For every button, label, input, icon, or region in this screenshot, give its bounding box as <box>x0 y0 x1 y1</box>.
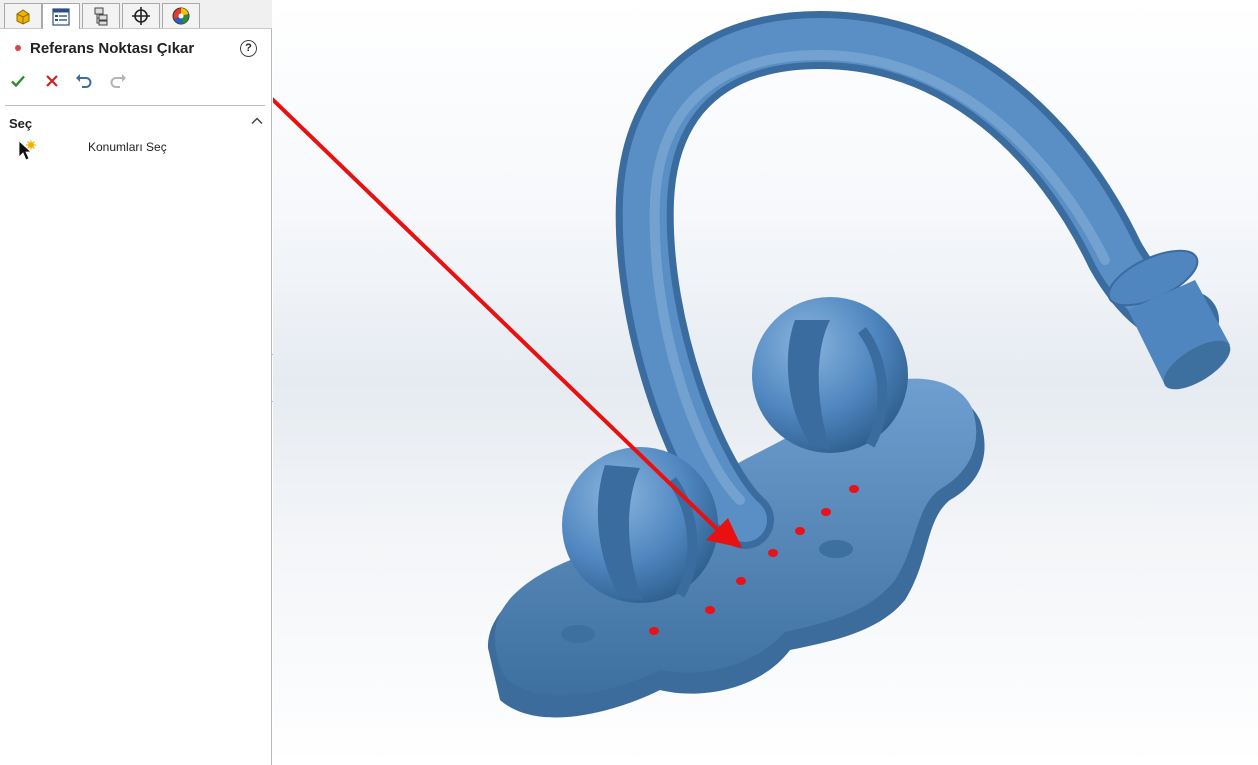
pick-locations-label[interactable]: Konumları Seç <box>88 140 167 154</box>
reference-point <box>649 627 659 635</box>
separator <box>5 105 265 106</box>
tab-configuration-manager[interactable] <box>82 3 120 28</box>
graphics-viewport[interactable] <box>273 0 1258 765</box>
ok-button[interactable] <box>7 70 29 92</box>
redo-icon <box>110 74 126 88</box>
undo-icon <box>76 74 92 88</box>
faucet-3d-model[interactable] <box>273 0 1258 765</box>
panel-header: Referans Noktası Çıkar ? <box>0 36 272 62</box>
x-icon <box>46 75 58 87</box>
tab-display-manager[interactable] <box>162 3 200 28</box>
property-manager-icon <box>52 7 70 26</box>
manager-tab-bar <box>0 0 272 29</box>
mounting-hole-right <box>819 540 853 558</box>
checkmark-icon <box>11 75 25 88</box>
select-cursor-icon[interactable] <box>17 139 37 163</box>
tab-property-manager[interactable] <box>42 3 80 29</box>
section-title: Seç <box>9 116 33 131</box>
reference-point <box>736 577 746 585</box>
tab-feature-manager[interactable] <box>4 3 42 28</box>
mounting-hole-left <box>561 625 595 643</box>
reference-point-icon <box>15 45 21 51</box>
reference-point <box>849 485 859 493</box>
redo-button[interactable] <box>107 70 129 92</box>
reference-point <box>705 606 715 614</box>
chevron-up-icon[interactable] <box>250 114 264 128</box>
property-manager-panel: Referans Noktası Çıkar ? Seç Konumları S… <box>0 0 272 765</box>
cancel-button[interactable] <box>41 70 63 92</box>
configuration-icon <box>94 7 108 26</box>
parts-icon <box>16 9 30 25</box>
appearance-icon <box>172 7 190 25</box>
crosshair-icon <box>132 7 150 25</box>
tab-dimxpert-manager[interactable] <box>122 3 160 28</box>
panel-title: Referans Noktası Çıkar <box>30 40 195 57</box>
undo-button[interactable] <box>73 70 95 92</box>
reference-point <box>821 508 831 516</box>
reference-point <box>795 527 805 535</box>
reference-point <box>768 549 778 557</box>
action-buttons <box>0 70 272 92</box>
help-icon[interactable]: ? <box>240 40 257 57</box>
